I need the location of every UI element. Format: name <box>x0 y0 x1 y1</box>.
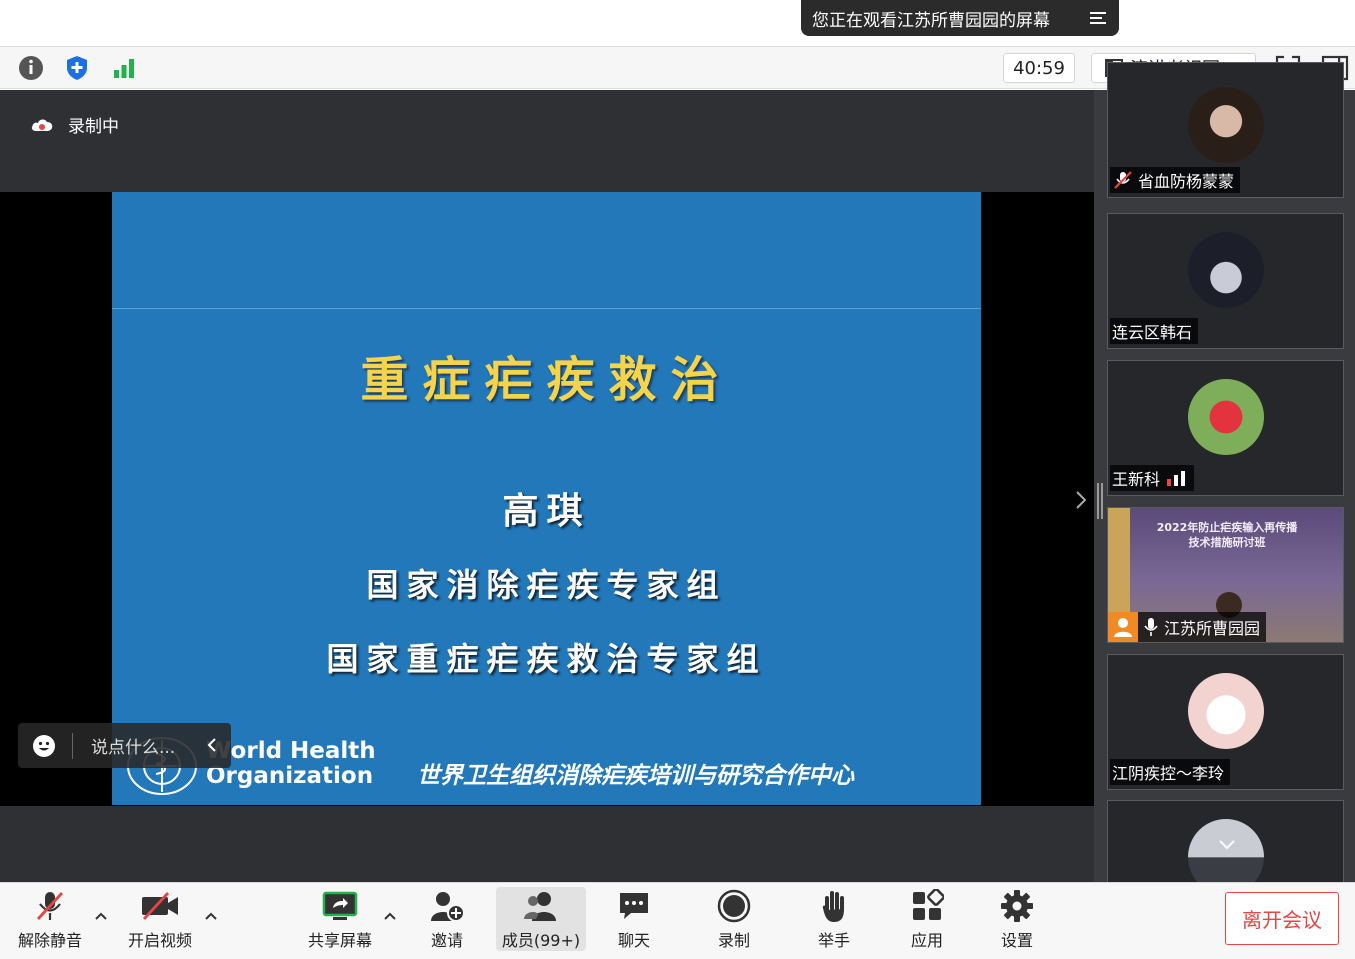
apps-button[interactable]: 应用 <box>899 887 955 951</box>
share-screen-label: 共享屏幕 <box>307 931 372 950</box>
start-video-button[interactable]: 开启视频 <box>122 887 198 951</box>
participant-tile[interactable] <box>1107 800 1344 890</box>
chat-icon <box>620 893 648 919</box>
participant-tile[interactable]: 江阴疾控～李玲 <box>1107 654 1344 790</box>
participant-nametag: 江阴疾控～李玲 <box>1110 759 1231 785</box>
chat-input-placeholder[interactable]: 说点什么... <box>91 733 175 758</box>
participant-nametag: 连云区韩石 <box>1110 318 1199 344</box>
host-user-icon <box>1108 612 1138 642</box>
leave-meeting-button[interactable]: 离开会议 <box>1225 892 1339 945</box>
participant-tile[interactable]: 2022年防止疟疾输入再传播 技术措施研讨班 江苏所曹园园 <box>1107 507 1344 643</box>
signal-bars-icon[interactable] <box>109 53 139 83</box>
participant-name: 王新科 <box>1112 470 1161 489</box>
participant-name: 江苏所曹园园 <box>1164 619 1261 638</box>
participant-tile[interactable]: 省血防杨蒙蒙 <box>1107 62 1344 198</box>
slide-divider <box>112 308 981 309</box>
slide-footer: 世界卫生组织消除疟疾培训与研究合作中心 <box>417 763 854 789</box>
apps-label: 应用 <box>910 931 943 950</box>
presentation-slide: 重症疟疾救治 高琪 国家消除疟疾专家组 国家重症疟疾救治专家组 World He… <box>112 192 981 805</box>
start-video-label: 开启视频 <box>127 931 192 950</box>
slide-title: 重症疟疾救治 <box>360 352 733 408</box>
mic-muted-icon <box>36 892 64 920</box>
slide-group-2: 国家重症疟疾救治专家组 <box>326 640 767 678</box>
share-screen-button[interactable]: 共享屏幕 <box>302 887 378 951</box>
slide-author: 高琪 <box>502 490 591 532</box>
mic-muted-icon <box>1114 171 1132 189</box>
bottom-toolbar: 解除静音 开启视频 共享屏幕 邀请 成员(99+) 聊天 录制 举手 应用 设置… <box>0 882 1355 959</box>
participant-tile[interactable]: 连云区韩石 <box>1107 213 1344 349</box>
shield-plus-icon[interactable] <box>62 53 92 83</box>
unmute-label: 解除静音 <box>17 931 82 950</box>
audio-level-icon <box>1167 471 1186 486</box>
chat-button[interactable]: 聊天 <box>606 887 662 951</box>
recording-indicator: 录制中 <box>30 112 119 137</box>
emoji-icon[interactable] <box>32 734 56 758</box>
chevron-up-icon[interactable] <box>383 911 397 921</box>
raise-hand-label: 举手 <box>817 931 850 950</box>
who-line-2: Organization <box>206 763 374 789</box>
camera-off-icon <box>142 892 178 920</box>
avatar <box>1188 819 1264 889</box>
chevron-up-icon[interactable] <box>94 911 108 921</box>
raise-hand-button[interactable]: 举手 <box>806 887 862 951</box>
panel-resize-handle[interactable] <box>1097 483 1103 519</box>
record-icon <box>717 889 751 923</box>
participant-nametag: 省血防杨蒙蒙 <box>1110 167 1241 193</box>
record-button[interactable]: 录制 <box>706 887 762 951</box>
meeting-timer: 40:59 <box>1003 53 1075 83</box>
who-line-1: World Health <box>206 738 376 764</box>
shared-screen-area: 录制中 重症疟疾救治 高琪 国家消除疟疾专家组 国家重症疟疾救治专家组 Worl… <box>0 90 1094 882</box>
settings-button[interactable]: 设置 <box>989 887 1045 951</box>
chevron-down-icon[interactable] <box>1218 839 1236 851</box>
info-icon[interactable] <box>16 53 46 83</box>
participant-nametag: 王新科 <box>1110 465 1195 491</box>
members-label: 成员(99+) <box>501 931 581 950</box>
settings-label: 设置 <box>1000 931 1033 950</box>
participant-name: 连云区韩石 <box>1112 323 1193 342</box>
chevron-left-icon[interactable] <box>207 737 217 753</box>
members-button[interactable]: 成员(99+) <box>496 887 586 951</box>
participant-name: 省血防杨蒙蒙 <box>1138 172 1235 191</box>
avatar <box>1188 87 1264 163</box>
screen-share-banner: 您正在观看江苏所曹园园的屏幕 <box>801 0 1119 36</box>
unmute-button[interactable]: 解除静音 <box>14 887 86 951</box>
avatar <box>1188 673 1264 749</box>
share-screen-icon <box>322 891 358 920</box>
add-user-icon <box>431 892 465 922</box>
invite-label: 邀请 <box>430 931 463 950</box>
list-menu-icon[interactable] <box>1089 9 1107 27</box>
gear-icon <box>1001 890 1033 922</box>
avatar <box>1188 232 1264 308</box>
participant-name: 江阴疾控～李玲 <box>1112 764 1225 783</box>
floating-chat-bar[interactable]: 说点什么... <box>18 723 231 768</box>
video-banner-text: 2022年防止疟疾输入再传播 技术措施研讨班 <box>1156 521 1298 549</box>
invite-button[interactable]: 邀请 <box>418 887 476 951</box>
participant-tile[interactable]: 王新科 <box>1107 360 1344 496</box>
chat-separator <box>72 732 73 759</box>
chevron-up-icon[interactable] <box>204 911 218 921</box>
chat-label: 聊天 <box>617 931 650 950</box>
apps-grid-icon <box>913 889 944 920</box>
slide-group-1: 国家消除疟疾专家组 <box>366 566 727 604</box>
chevron-right-icon[interactable] <box>1074 490 1088 510</box>
avatar <box>1188 379 1264 455</box>
cloud-record-icon <box>31 118 53 131</box>
banner-text: 您正在观看江苏所曹园园的屏幕 <box>812 10 1050 31</box>
members-icon <box>524 892 556 921</box>
mic-icon <box>1144 618 1158 636</box>
participant-nametag: 江苏所曹园园 <box>1108 612 1267 642</box>
record-label: 录制 <box>717 931 750 950</box>
raise-hand-icon <box>822 891 844 922</box>
recording-label: 录制中 <box>68 117 119 137</box>
